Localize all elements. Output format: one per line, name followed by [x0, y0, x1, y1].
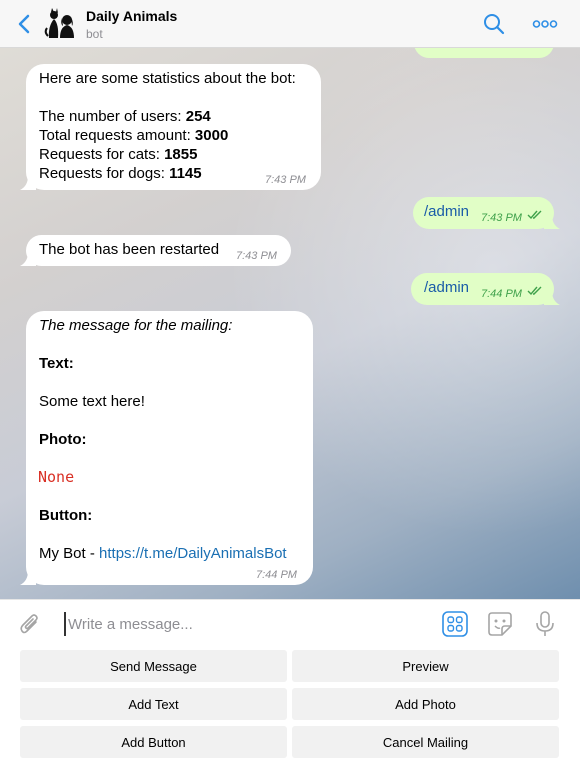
paperclip-icon: [20, 614, 38, 634]
mailing-text-value: Some text here!: [39, 393, 145, 410]
cat-dog-icon: [44, 8, 74, 38]
bubble-tail: [544, 215, 560, 229]
outgoing-admin-message[interactable]: /admin 7:44 PM: [411, 273, 560, 305]
stats-intro: Here are some statistics about the bot:: [39, 70, 296, 87]
bubble-tail: [20, 176, 36, 190]
chat-header: Daily Animals bot: [0, 0, 580, 48]
mailing-text-label: Text:: [39, 355, 74, 372]
stats-cats-label: Requests for cats:: [39, 146, 165, 163]
stats-users-value: 254: [185, 108, 211, 125]
add-photo-button[interactable]: Add Photo: [292, 688, 559, 720]
bot-keyboard: Send Message Preview Add Text Add Photo …: [0, 647, 580, 770]
mailing-heading: The message for the mailing:: [39, 317, 233, 334]
double-check-icon: [527, 286, 542, 296]
add-text-button[interactable]: Add Text: [20, 688, 287, 720]
back-button[interactable]: [14, 12, 36, 36]
mailing-photo-value: None: [38, 468, 75, 486]
bot-avatar[interactable]: [43, 6, 77, 40]
more-button[interactable]: [532, 15, 558, 33]
message-time: 7:44 PM: [256, 569, 297, 581]
message-text: /admin: [424, 279, 470, 296]
bubble-tail: [544, 291, 560, 305]
message-text: The bot has been restarted: [39, 241, 220, 258]
stats-cats-value: 1855: [164, 146, 198, 163]
stats-dogs-label: Requests for dogs:: [39, 165, 170, 182]
bubble-tail: [20, 571, 36, 585]
mailing-photo-label: Photo:: [39, 431, 87, 448]
message-composer: [0, 599, 580, 647]
stats-dogs-value: 1145: [169, 165, 202, 182]
bot-keyboard-icon: [442, 611, 468, 637]
send-message-button[interactable]: Send Message: [20, 650, 287, 682]
chat-title[interactable]: Daily Animals: [86, 8, 177, 24]
stats-users-label: The number of users:: [39, 108, 186, 125]
preview-button[interactable]: Preview: [292, 650, 559, 682]
chat-subtitle: bot: [86, 27, 103, 41]
attach-button[interactable]: [18, 612, 42, 638]
stats-users-line: The number of users: 254: [39, 107, 296, 126]
search-button[interactable]: [483, 13, 505, 35]
bubble-tail: [20, 252, 36, 266]
double-check-icon: [527, 210, 542, 220]
chat-area[interactable]: Here are some statistics about the bot: …: [0, 48, 580, 599]
mailing-button-label: Button:: [39, 507, 93, 524]
more-icon: [532, 20, 558, 28]
cancel-mailing-button[interactable]: Cancel Mailing: [292, 726, 559, 758]
outgoing-admin-message[interactable]: /admin 7:43 PM: [413, 197, 560, 229]
message-time: 7:43 PM: [265, 174, 306, 186]
message-time: 7:43 PM: [481, 212, 522, 224]
mailing-button-line: My Bot - https://t.me/DailyAnimalsBot: [39, 544, 287, 563]
mailing-message[interactable]: The message for the mailing: Text: Some …: [20, 311, 313, 585]
message-input[interactable]: [64, 612, 424, 636]
bot-keyboard-button[interactable]: [442, 611, 468, 637]
chevron-left-icon: [18, 14, 30, 34]
message-text: /admin: [424, 203, 470, 220]
mailing-button-prefix: My Bot -: [39, 545, 100, 562]
stats-total-label: Total requests amount:: [39, 127, 195, 144]
sticker-icon: [488, 612, 512, 636]
bot-link[interactable]: https://t.me/DailyAnimalsBot: [99, 545, 287, 562]
microphone-button[interactable]: [535, 610, 555, 638]
stats-total-value: 3000: [194, 127, 229, 144]
stats-message[interactable]: Here are some statistics about the bot: …: [20, 64, 321, 190]
microphone-icon: [536, 611, 554, 636]
stats-cats-line: Requests for cats: 1855: [39, 145, 296, 164]
message-time: 7:43 PM: [236, 250, 277, 262]
message-time: 7:44 PM: [481, 288, 522, 300]
stats-dogs-line: Requests for dogs: 1145: [39, 164, 296, 183]
outgoing-message-partial[interactable]: [414, 48, 554, 58]
search-icon: [484, 14, 505, 35]
add-button-button[interactable]: Add Button: [20, 726, 287, 758]
restarted-message[interactable]: The bot has been restarted 7:43 PM: [20, 235, 291, 266]
sticker-button[interactable]: [487, 611, 513, 637]
stats-total-line: Total requests amount: 3000: [39, 126, 296, 145]
